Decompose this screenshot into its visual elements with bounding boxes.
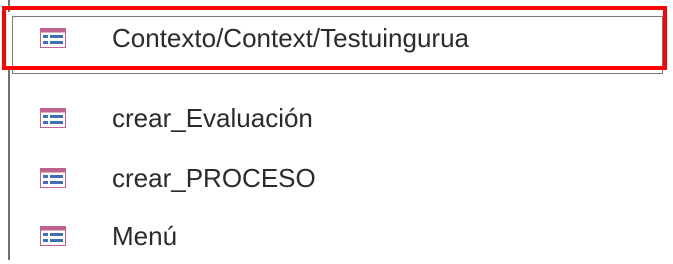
form-icon: [40, 168, 66, 188]
form-icon: [40, 108, 66, 128]
form-icon: [40, 28, 66, 48]
nav-item-label: Menú: [112, 221, 178, 251]
form-icon: [40, 226, 66, 246]
nav-item-contexto-form[interactable]: Contexto/Context/Testuingurua: [0, 12, 673, 74]
nav-item-crear-proceso-form[interactable]: crear_PROCESO: [0, 152, 673, 206]
nav-item-label: Contexto/Context/Testuingurua: [112, 23, 469, 53]
nav-item-crear-evaluacion-form[interactable]: crear_Evaluación: [0, 92, 673, 146]
nav-item-label: crear_Evaluación: [112, 103, 313, 133]
nav-item-menu-form[interactable]: Menú: [0, 210, 673, 264]
navigation-pane: Contexto/Context/Testuingurua crear_Eval…: [0, 0, 673, 260]
nav-item-label: crear_PROCESO: [112, 163, 316, 193]
